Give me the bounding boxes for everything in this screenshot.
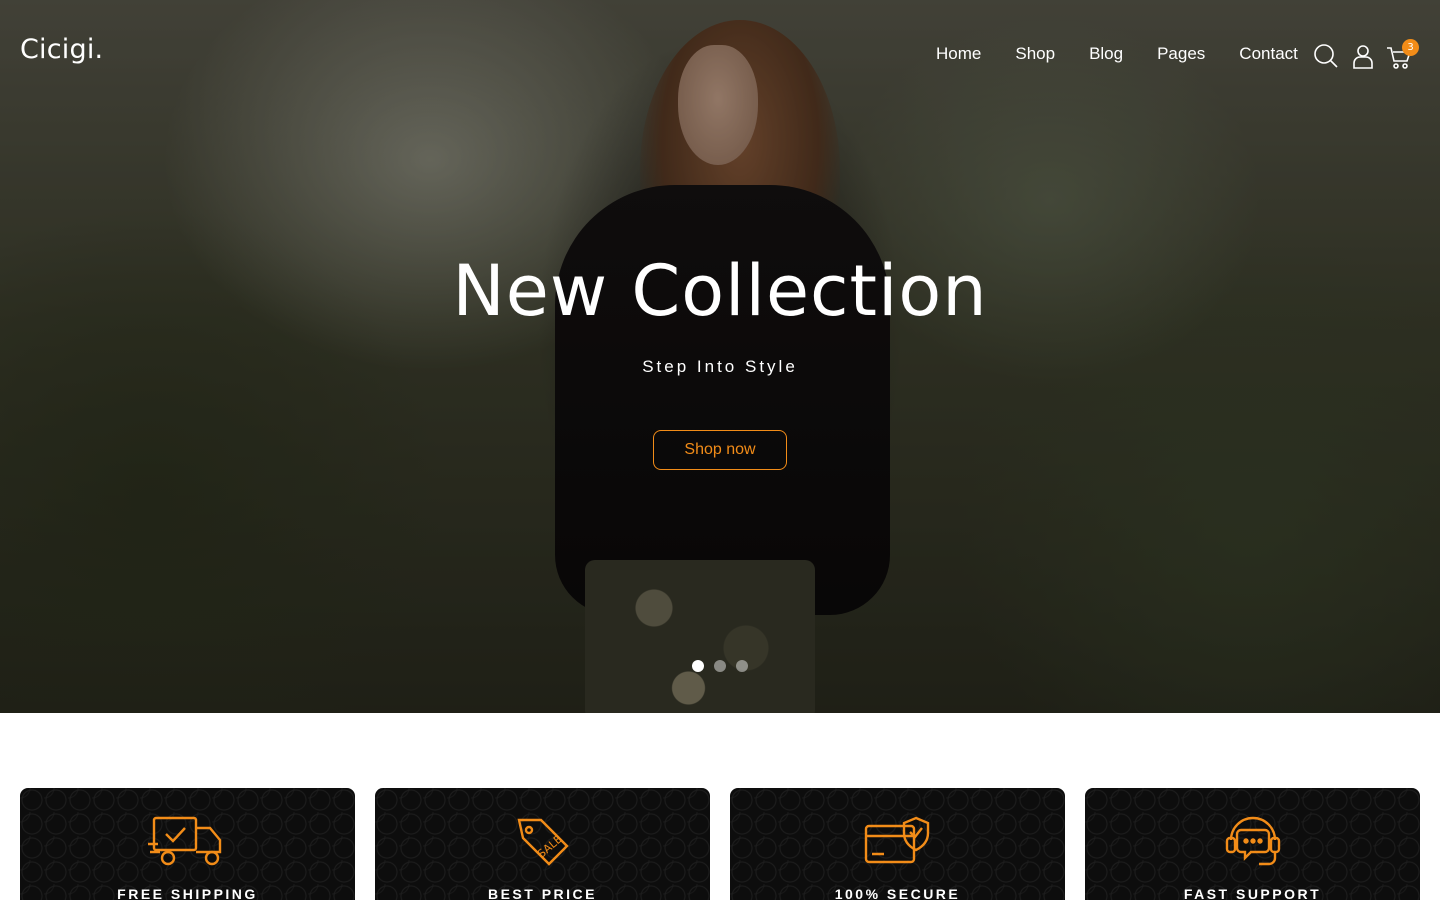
slider-dot-2[interactable] xyxy=(714,660,726,672)
feature-label: FREE SHIPPING xyxy=(117,886,258,900)
slider-dots xyxy=(692,660,748,672)
secure-card-icon xyxy=(864,816,929,864)
user-icon[interactable] xyxy=(1351,42,1375,70)
sale-tag-icon: SALE xyxy=(517,818,569,866)
site-logo[interactable]: Cicigi. xyxy=(20,34,103,65)
hero-subtitle: Step Into Style xyxy=(642,357,798,376)
truck-icon xyxy=(147,816,221,866)
slider-dot-1[interactable] xyxy=(692,660,704,672)
feature-card-secure: 100% SECURE xyxy=(730,788,1065,900)
nav-item-pages[interactable]: Pages xyxy=(1157,44,1205,64)
feature-card-support: FAST SUPPORT xyxy=(1085,788,1420,900)
svg-text:SALE: SALE xyxy=(535,833,565,861)
slider-dot-3[interactable] xyxy=(736,660,748,672)
features-row: FREE SHIPPING SALE BEST PRICE 100% SECUR… xyxy=(20,788,1420,900)
shop-now-button[interactable]: Shop now xyxy=(653,430,787,470)
hero-title: New Collection xyxy=(452,250,988,332)
nav-item-contact[interactable]: Contact xyxy=(1239,44,1298,64)
nav-item-blog[interactable]: Blog xyxy=(1089,44,1123,64)
feature-card-price: SALE BEST PRICE xyxy=(375,788,710,900)
feature-label: 100% SECURE xyxy=(834,886,961,900)
feature-label: BEST PRICE xyxy=(487,886,597,900)
nav-item-home[interactable]: Home xyxy=(936,44,981,64)
feature-card-shipping: FREE SHIPPING xyxy=(20,788,355,900)
feature-label: FAST SUPPORT xyxy=(1183,886,1322,900)
headset-icon xyxy=(1225,816,1280,866)
cart-count-badge: 3 xyxy=(1402,39,1419,56)
main-nav: Home Shop Blog Pages Contact xyxy=(936,44,1298,64)
nav-item-shop[interactable]: Shop xyxy=(1015,44,1055,64)
search-icon[interactable] xyxy=(1313,42,1339,70)
